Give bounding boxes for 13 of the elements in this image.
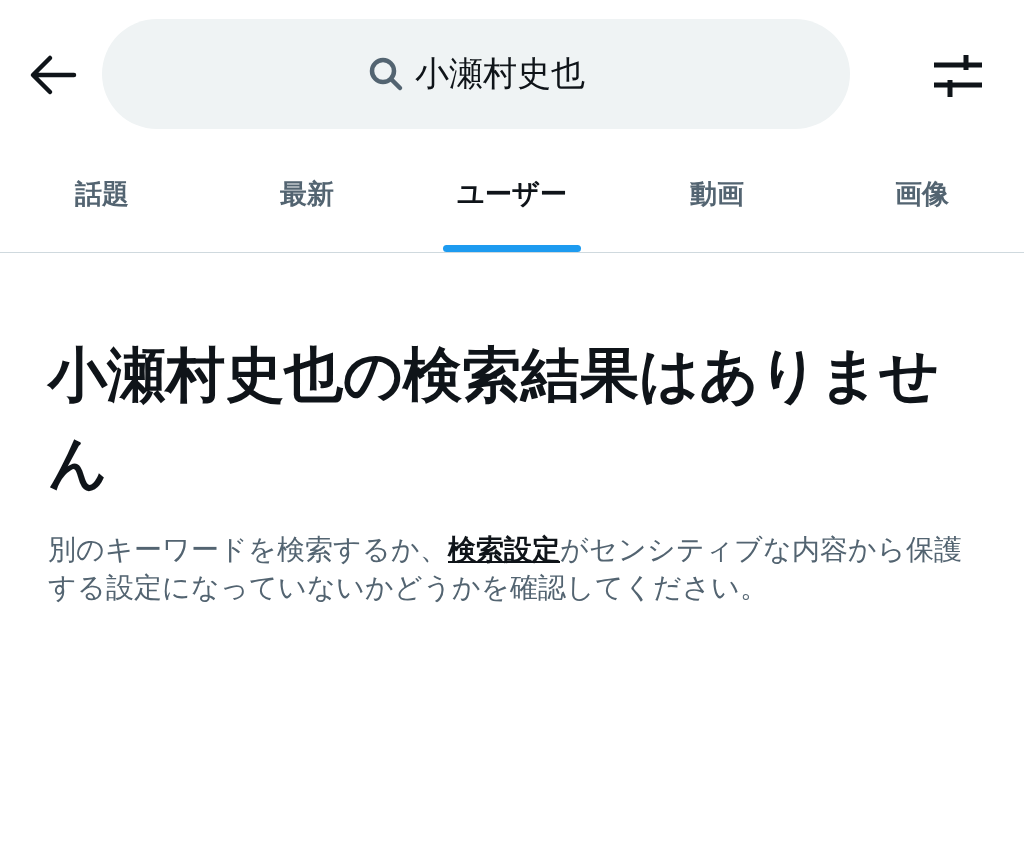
search-query: 小瀬村史也 <box>415 52 585 95</box>
tab[interactable]: ユーザー <box>409 150 615 252</box>
empty-state-heading: 小瀬村史也の検索結果はありません <box>48 339 940 499</box>
search-settings-link[interactable]: 検索設定 <box>448 533 560 566</box>
tab[interactable]: 画像 <box>819 150 1024 252</box>
back-button[interactable] <box>28 53 78 97</box>
search-field[interactable]: 小瀬村史也 <box>102 19 850 129</box>
tab[interactable]: 話題 <box>0 150 205 252</box>
empty-state-message: 別のキーワードを検索するか、検索設定がセンシティブな内容から保護する設定になっていないかどうかを確認してください。 <box>48 532 963 606</box>
back-arrow-icon <box>28 53 78 97</box>
search-icon <box>367 55 405 93</box>
tab[interactable]: 最新 <box>204 150 410 252</box>
tab[interactable]: 動画 <box>614 150 820 252</box>
